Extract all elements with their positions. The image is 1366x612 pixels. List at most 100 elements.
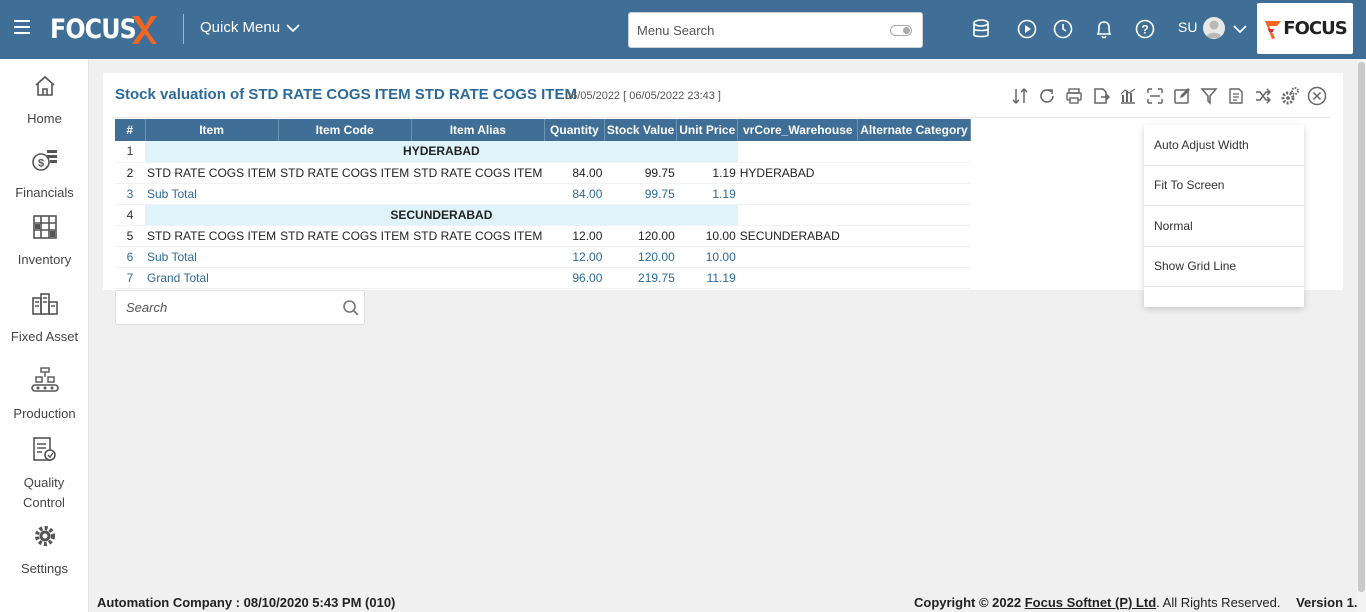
sidebar-item-inventory[interactable]: Inventory — [0, 212, 89, 270]
export-icon[interactable] — [1090, 85, 1112, 107]
cell-item: STD RATE COGS ITEM — [145, 225, 279, 247]
sort-icon[interactable] — [1009, 85, 1031, 107]
scrollbar-thumb[interactable] — [1358, 62, 1365, 592]
table-row[interactable]: 1 HYDERABAD — [115, 141, 971, 163]
row-number: 4 — [115, 204, 145, 226]
settings-gear-icon[interactable] — [1279, 85, 1301, 107]
column-header[interactable]: Quantity — [544, 119, 605, 141]
filter-icon[interactable] — [1198, 85, 1220, 107]
menu-item-normal[interactable]: Normal — [1144, 206, 1304, 247]
database-icon[interactable] — [970, 18, 992, 40]
report-grid: # Item Item Code Item Alias Quantity Sto… — [115, 119, 971, 289]
menu-search[interactable] — [628, 12, 923, 48]
sidebar-item-settings[interactable]: Settings — [0, 521, 89, 579]
table-row[interactable]: 6 Sub Total 12.00 120.00 10.00 — [115, 246, 971, 268]
user-avatar[interactable] — [1203, 17, 1225, 39]
search-icon[interactable] — [342, 299, 360, 322]
cell-unit-price: 1.19 — [676, 183, 738, 205]
refresh-icon[interactable] — [1036, 85, 1058, 107]
report-icon[interactable] — [1225, 85, 1247, 107]
menu-item-empty[interactable] — [1144, 287, 1304, 328]
column-header[interactable]: Alternate Category — [857, 119, 971, 141]
cell-warehouse: SECUNDERABAD — [737, 225, 858, 247]
column-header[interactable]: # — [115, 119, 146, 141]
sidebar-item-financials[interactable]: $ Financials — [0, 145, 89, 203]
quick-menu-button[interactable]: Quick Menu — [200, 19, 300, 36]
header-divider — [183, 14, 184, 44]
user-menu-chevron-icon[interactable] — [1229, 18, 1251, 40]
cell-item: Sub Total — [145, 183, 279, 205]
hamburger-menu-icon[interactable] — [14, 20, 30, 34]
shuffle-icon[interactable] — [1252, 85, 1274, 107]
help-icon[interactable]: ? — [1134, 18, 1156, 40]
row-number: 1 — [115, 141, 145, 163]
cell-quantity: 96.00 — [544, 267, 605, 289]
play-icon[interactable] — [1016, 18, 1038, 40]
footer-company-info: Automation Company : 08/10/2020 5:43 PM … — [97, 595, 396, 610]
group-label: SECUNDERABAD — [145, 204, 738, 226]
grid-search-input[interactable] — [116, 291, 326, 324]
sidebar-item-label: Settings — [21, 561, 68, 576]
column-header[interactable]: Item Alias — [411, 119, 545, 141]
svg-text:$: $ — [37, 158, 43, 170]
home-icon — [0, 71, 89, 101]
column-header[interactable]: Item Code — [278, 119, 412, 141]
footer-copyright: Copyright © 2022 Focus Softnet (P) Ltd. … — [914, 595, 1365, 610]
sidebar-item-label: Home — [27, 111, 62, 126]
sidebar-item-production[interactable]: Production — [0, 366, 89, 424]
bell-icon[interactable] — [1093, 18, 1115, 40]
cell-stock-value: 99.75 — [604, 183, 677, 205]
table-row[interactable]: 2 STD RATE COGS ITEM STD RATE COGS ITEM … — [115, 162, 971, 184]
company-link[interactable]: Focus Softnet (P) Ltd — [1025, 595, 1156, 610]
brand-mark-icon — [1265, 20, 1282, 39]
column-header[interactable]: Unit Price — [676, 119, 739, 141]
cell-stock-value: 120.00 — [604, 246, 677, 268]
menu-item-show-grid-line[interactable]: Show Grid Line — [1144, 247, 1304, 287]
chart-icon[interactable] — [1117, 85, 1139, 107]
brand-text: FOCUS — [1283, 18, 1347, 39]
chevron-down-icon — [286, 23, 300, 32]
search-toggle[interactable] — [890, 25, 912, 36]
user-initials[interactable]: SU — [1178, 19, 1197, 35]
cell-unit-price: 11.19 — [676, 267, 738, 289]
production-icon — [0, 366, 89, 396]
table-row[interactable]: 3 Sub Total 84.00 99.75 1.19 — [115, 183, 971, 205]
cell-item-code: STD RATE COGS ITEM — [278, 162, 412, 184]
sidebar-item-fixed-asset[interactable]: Fixed Asset — [0, 289, 89, 347]
table-row[interactable]: 5 STD RATE COGS ITEM STD RATE COGS ITEM … — [115, 225, 971, 247]
grid-search[interactable] — [115, 290, 365, 325]
cell-quantity: 12.00 — [544, 225, 605, 247]
sidebar-item-quality-control[interactable]: Quality Control — [0, 435, 89, 513]
menu-item-fit-to-screen[interactable]: Fit To Screen — [1144, 166, 1304, 206]
quality-control-icon — [0, 435, 89, 465]
row-number: 6 — [115, 246, 145, 268]
clock-icon[interactable] — [1052, 18, 1074, 40]
logo-text: FOCUS — [50, 13, 137, 45]
row-number: 2 — [115, 162, 145, 184]
fit-icon[interactable] — [1144, 85, 1166, 107]
top-bar: FOCUS Quick Menu ? SU FOCUS — [0, 0, 1366, 59]
cell-item-alias: STD RATE COGS ITEM — [411, 225, 545, 247]
row-number: 3 — [115, 183, 145, 205]
svg-text:?: ? — [1141, 23, 1148, 37]
table-row[interactable]: 4 SECUNDERABAD — [115, 204, 971, 226]
table-row[interactable]: 7 Grand Total 96.00 219.75 11.19 — [115, 267, 971, 289]
sidebar-item-label: Production — [13, 406, 76, 421]
copyright-prefix: Copyright © 2022 — [914, 595, 1025, 610]
close-icon[interactable] — [1306, 85, 1328, 107]
toolbar-divider — [115, 117, 1331, 118]
print-icon[interactable] — [1063, 85, 1085, 107]
column-header[interactable]: Stock Value — [604, 119, 678, 141]
column-header[interactable]: Item — [145, 119, 279, 141]
sidebar-item-home[interactable]: Home — [0, 71, 89, 129]
column-header[interactable]: vrCore_Warehouse — [737, 119, 859, 141]
row-number: 5 — [115, 225, 145, 247]
settings-icon — [0, 521, 89, 551]
edit-icon[interactable] — [1171, 85, 1193, 107]
menu-search-input[interactable] — [629, 13, 869, 47]
cell-quantity: 84.00 — [544, 183, 605, 205]
cell-stock-value: 99.75 — [604, 162, 677, 184]
menu-item-auto-adjust-width[interactable]: Auto Adjust Width — [1144, 125, 1304, 166]
app-logo[interactable]: FOCUS — [50, 12, 157, 46]
cell-unit-price: 10.00 — [676, 246, 738, 268]
